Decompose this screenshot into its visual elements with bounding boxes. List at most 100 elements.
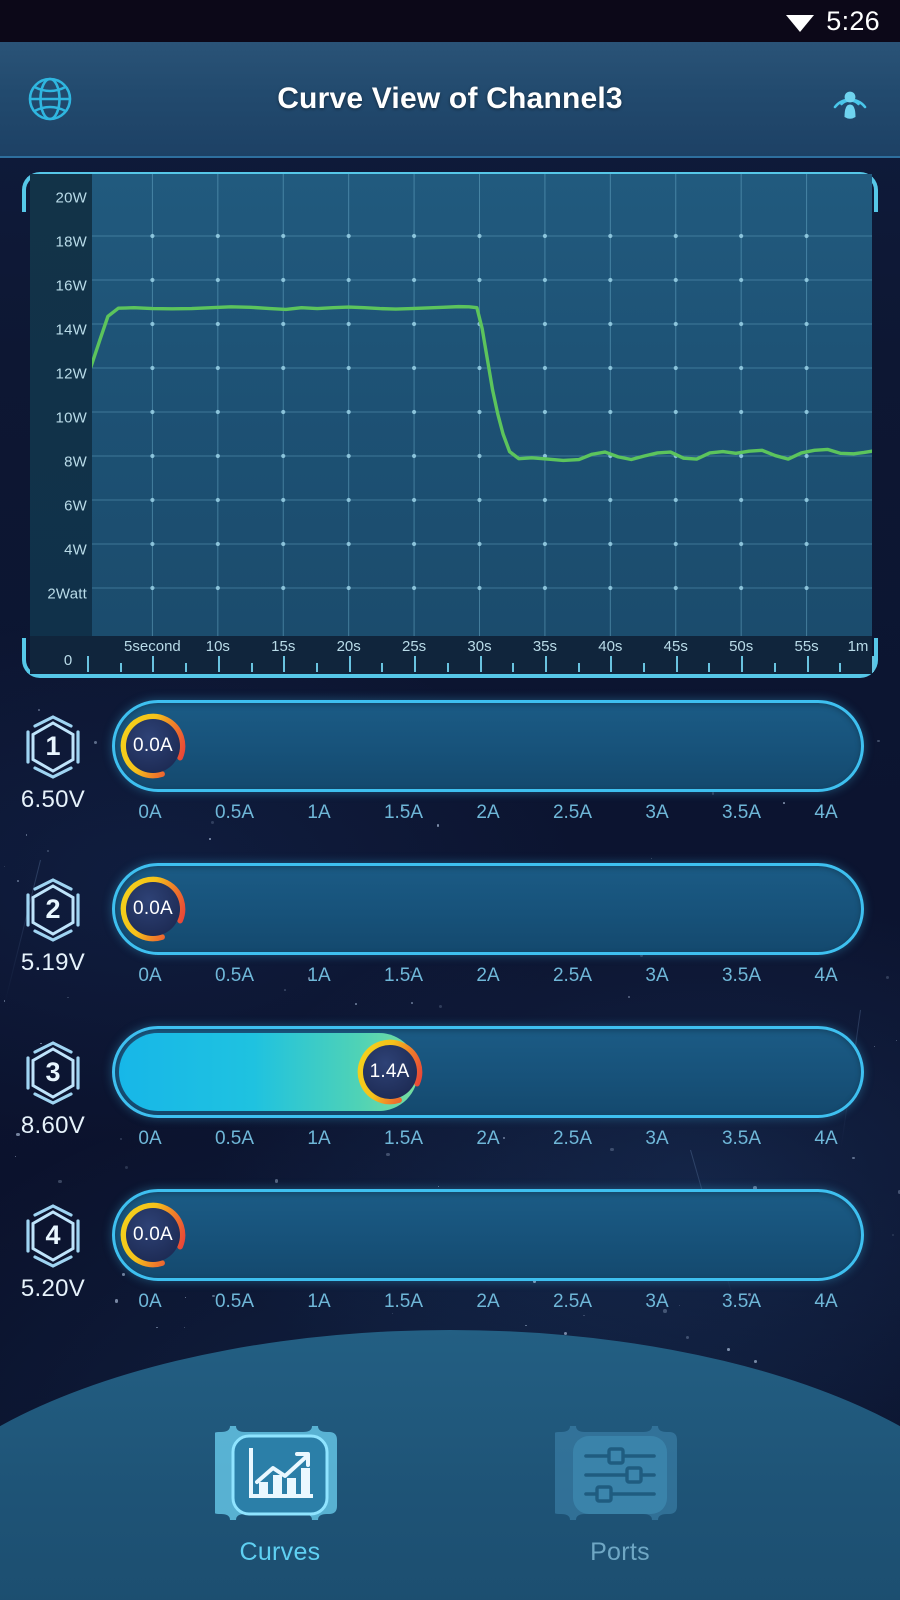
chart-x-tick: 15s <box>271 638 296 655</box>
chart-y-tick: 10W <box>55 409 87 427</box>
channel-voltage: 5.19V <box>20 949 86 976</box>
chart-x-rule <box>773 663 776 672</box>
chart-y-axis: 20W 18W 16W 14W 12W 10W 8W 6W 4W 2Watt <box>30 174 92 636</box>
chart-x-rule <box>577 663 580 672</box>
scale-tick-label: 1A <box>307 1291 331 1312</box>
scale-tick-label: 1.5A <box>383 1128 424 1149</box>
channel-voltage: 6.50V <box>20 786 86 813</box>
chart-x-rule <box>512 663 515 672</box>
scale-tick-label: 0.5A <box>214 1291 255 1312</box>
svg-text:2: 2 <box>45 894 60 924</box>
chart-y-tick: 4W <box>64 541 87 559</box>
channel-current-readout: 0.0A <box>126 719 180 773</box>
scale-tick-label: 0A <box>138 1128 162 1149</box>
chart-x-rule <box>479 656 482 672</box>
status-bar-clock: 5:26 <box>826 5 880 36</box>
scale-tick-label: 4A <box>814 965 838 986</box>
scale-tick-label: 2A <box>476 1291 500 1312</box>
broadcast-icon[interactable] <box>824 73 876 125</box>
channel-slider-knob[interactable]: 1.4A <box>356 1038 424 1106</box>
chart-x-rule <box>250 663 253 672</box>
channel-current-readout: 0.0A <box>126 1208 180 1262</box>
chart-x-rule <box>872 656 874 672</box>
chart-x-rule <box>446 663 449 672</box>
chart-y-tick: 18W <box>55 233 87 251</box>
chart-x-rule <box>675 656 678 672</box>
chart-x-tick: 45s <box>663 638 688 655</box>
channel-slider-track[interactable]: 0.0A <box>112 700 864 792</box>
chart-x-rule <box>381 663 384 672</box>
chart-x-rule <box>119 663 122 672</box>
chart-x-rule <box>708 663 711 672</box>
app-header: Curve View of Channel3 <box>0 42 900 158</box>
scale-tick-label: 1.5A <box>383 802 424 823</box>
wifi-icon <box>786 14 815 32</box>
svg-text:4: 4 <box>45 1220 60 1250</box>
status-bar: 5:26 <box>0 0 900 42</box>
chart-x-rule <box>839 663 842 672</box>
channel-slider[interactable]: 0.0A 0A 0.5A 1A 1.5A 2A 2.5A 3A 3.5A 4A <box>112 700 864 836</box>
chart-x-tick: 0 <box>63 652 73 669</box>
channel-row: 1 6.50V 0.0A 0A 0.5A 1A 1.5A 2A 2.5A 3A … <box>0 700 900 865</box>
channel-slider-track[interactable]: 1.4A <box>112 1026 864 1118</box>
sliders-icon <box>551 1420 685 1530</box>
channel-slider-knob[interactable]: 0.0A <box>119 712 187 780</box>
scale-tick-label: 4A <box>814 1291 838 1312</box>
scale-tick-label: 0.5A <box>214 1128 255 1149</box>
scale-tick-label: 2A <box>476 802 500 823</box>
nav-item-ports[interactable]: Ports <box>530 1420 710 1567</box>
channel-index-badge: 3 <box>20 1040 86 1106</box>
scale-tick-label: 3.5A <box>721 965 762 986</box>
channel-current-scale: 0A 0.5A 1A 1.5A 2A 2.5A 3A 3.5A 4A <box>112 802 864 836</box>
chart-x-rule <box>152 656 155 672</box>
chart-x-rule <box>741 656 744 672</box>
scale-tick-label: 2A <box>476 1128 500 1149</box>
chart-x-tick: 10s <box>205 638 230 655</box>
chart-x-tick: 5second <box>124 638 181 655</box>
chart-x-rule <box>283 656 286 672</box>
scale-tick-label: 1A <box>307 1128 331 1149</box>
page-title: Curve View of Channel3 <box>277 82 623 115</box>
chart-x-rule <box>217 656 220 672</box>
chart-x-rule <box>185 663 188 672</box>
channel-current-scale: 0A 0.5A 1A 1.5A 2A 2.5A 3A 3.5A 4A <box>112 1291 864 1325</box>
chart-x-rule <box>643 663 646 672</box>
channel-voltage: 5.20V <box>20 1275 86 1302</box>
channel-slider-knob[interactable]: 0.0A <box>119 1201 187 1269</box>
scale-tick-label: 3.5A <box>721 802 762 823</box>
scale-tick-label: 1.5A <box>383 965 424 986</box>
channel-slider-knob[interactable]: 0.0A <box>119 875 187 943</box>
scale-tick-label: 1A <box>307 965 331 986</box>
chart-y-tick: 16W <box>55 277 87 295</box>
chart-x-tick: 50s <box>729 638 754 655</box>
channel-current-readout: 0.0A <box>126 882 180 936</box>
scale-tick-label: 3.5A <box>721 1128 762 1149</box>
nav-item-curves[interactable]: Curves <box>190 1420 370 1567</box>
channel-slider[interactable]: 0.0A 0A 0.5A 1A 1.5A 2A 2.5A 3A 3.5A 4A <box>112 863 864 999</box>
channel-slider-track[interactable]: 0.0A <box>112 863 864 955</box>
chart-y-tick: 14W <box>55 321 87 339</box>
channel-slider[interactable]: 0.0A 0A 0.5A 1A 1.5A 2A 2.5A 3A 3.5A 4A <box>112 1189 864 1325</box>
chart-y-tick: 20W <box>55 189 87 207</box>
scale-tick-label: 4A <box>814 802 838 823</box>
channel-current-readout: 1.4A <box>362 1045 417 1099</box>
scale-tick-label: 3A <box>645 1291 669 1312</box>
chart-x-rule <box>87 656 89 672</box>
scale-tick-label: 3A <box>645 802 669 823</box>
bottom-navigation: Curves Ports <box>0 1404 900 1600</box>
chart-edge-bottom <box>58 674 842 678</box>
globe-icon[interactable] <box>24 73 76 125</box>
chart-y-tick: 12W <box>55 365 87 383</box>
channel-index-badge: 2 <box>20 877 86 943</box>
scale-tick-label: 4A <box>814 1128 838 1149</box>
scale-tick-label: 2.5A <box>552 1291 593 1312</box>
scale-tick-label: 2A <box>476 965 500 986</box>
channel-index-badge: 4 <box>20 1203 86 1269</box>
nav-label-ports: Ports <box>590 1538 650 1566</box>
scale-tick-label: 2.5A <box>552 1128 593 1149</box>
channel-slider-track[interactable]: 0.0A <box>112 1189 864 1281</box>
channel-slider[interactable]: 1.4A 0A 0.5A 1A 1.5A 2A 2.5A 3A 3.5A 4A <box>112 1026 864 1162</box>
chart-x-tick: 25s <box>401 638 427 655</box>
channel-current-scale: 0A 0.5A 1A 1.5A 2A 2.5A 3A 3.5A 4A <box>112 965 864 999</box>
scale-tick-label: 0A <box>138 802 162 823</box>
